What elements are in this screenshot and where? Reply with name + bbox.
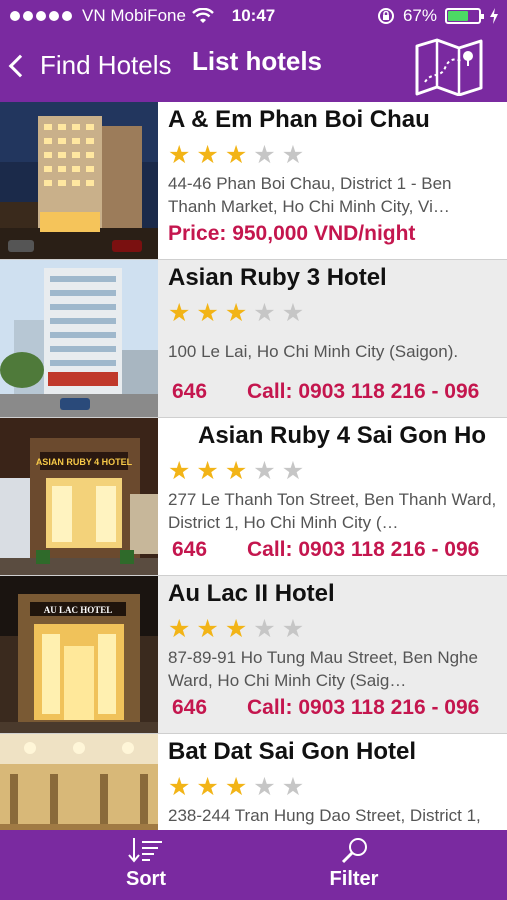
star-rating: ★ ★ ★ ★ ★ xyxy=(168,142,304,168)
star-icon: ★ xyxy=(253,457,276,485)
hotel-phone-overflow: 646 xyxy=(172,696,208,719)
star-rating: ★ ★ ★ ★ ★ xyxy=(168,774,304,800)
filter-label: Filter xyxy=(329,868,379,890)
star-icon: ★ xyxy=(168,299,191,327)
star-rating: ★ ★ ★ ★ ★ xyxy=(168,300,304,326)
battery-percent: 67% xyxy=(402,6,437,25)
hotel-phone-number: Call: 0903 118 216 - 096 xyxy=(247,538,480,561)
navigation-bar: Find Hotels List hotels xyxy=(0,34,507,102)
hotel-address: 238-244 Tran Hung Dao Street, District 1… xyxy=(168,806,481,830)
sort-label: Sort xyxy=(126,868,166,890)
back-button[interactable]: Find Hotels xyxy=(8,50,172,81)
star-icon: ★ xyxy=(281,773,305,801)
page-title: List hotels xyxy=(192,46,323,76)
sort-icon xyxy=(128,838,162,863)
rotation-lock-icon xyxy=(377,8,394,24)
star-icon: ★ xyxy=(224,615,248,643)
hotel-row[interactable]: Asian Ruby 3 Hotel ★ ★ ★ ★ ★ 100 Le Lai,… xyxy=(0,260,507,418)
star-icon: ★ xyxy=(168,773,191,801)
star-icon: ★ xyxy=(253,141,276,169)
hotel-name: Asian Ruby 3 Hotel xyxy=(168,264,387,291)
hotel-row[interactable]: A & Em Phan Boi Chau ★ ★ ★ ★ ★ 44-46 Pha… xyxy=(0,102,507,260)
hotel-phone[interactable]: 646 Call: 0903 118 216 - 096 xyxy=(172,538,479,562)
hotel-phone-overflow: 646 xyxy=(172,380,208,403)
sort-button[interactable]: Sort xyxy=(86,836,206,891)
hotel-phone-overflow: 646 xyxy=(172,538,208,561)
hotel-sign-text: ASIAN RUBY 4 HOTEL xyxy=(36,457,133,467)
hotel-row[interactable]: AU LAC HOTEL Au Lac II Hotel ★ ★ ★ ★ ★ 8… xyxy=(0,576,507,734)
hotel-phone-number: Call: 0903 118 216 - 096 xyxy=(247,696,480,719)
star-icon: ★ xyxy=(281,299,305,327)
hotel-phone[interactable]: 646 Call: 0903 118 216 - 096 xyxy=(172,696,479,720)
hotel-photo: ASIAN RUBY 4 HOTEL xyxy=(0,418,158,575)
hotel-name: Bat Dat Sai Gon Hotel xyxy=(168,738,417,765)
status-bar: VN MobiFone 10:47 67% xyxy=(0,0,507,34)
hotel-row[interactable]: ASIAN RUBY 4 HOTEL Asian Ruby 4 Sai Gon … xyxy=(0,418,507,576)
search-icon xyxy=(341,838,367,864)
star-icon: ★ xyxy=(281,141,305,169)
hotel-photo xyxy=(0,734,158,830)
hotel-list[interactable]: A & Em Phan Boi Chau ★ ★ ★ ★ ★ 44-46 Pha… xyxy=(0,102,507,830)
star-icon: ★ xyxy=(224,299,248,327)
filter-button[interactable]: Filter xyxy=(294,836,414,891)
star-icon: ★ xyxy=(168,615,191,643)
charging-icon xyxy=(490,8,498,24)
star-rating: ★ ★ ★ ★ ★ xyxy=(168,458,304,484)
hotel-phone-number: Call: 0903 118 216 - 096 xyxy=(247,380,480,403)
hotel-name: A & Em Phan Boi Chau xyxy=(168,106,430,133)
map-icon xyxy=(415,38,483,97)
star-icon: ★ xyxy=(224,457,248,485)
star-rating: ★ ★ ★ ★ ★ xyxy=(168,616,304,642)
back-button-label: Find Hotels xyxy=(40,50,172,80)
hotel-photo xyxy=(0,102,158,259)
star-icon: ★ xyxy=(196,457,219,485)
star-icon: ★ xyxy=(253,299,276,327)
star-icon: ★ xyxy=(224,141,248,169)
battery-icon xyxy=(445,8,484,24)
hotel-photo: AU LAC HOTEL xyxy=(0,576,158,733)
star-icon: ★ xyxy=(281,615,305,643)
hotel-name: Au Lac II Hotel xyxy=(168,580,335,607)
hotel-photo xyxy=(0,260,158,417)
map-button[interactable] xyxy=(413,38,485,97)
hotel-sign-text: AU LAC HOTEL xyxy=(44,605,113,615)
star-icon: ★ xyxy=(224,773,248,801)
hotel-address: 87-89-91 Ho Tung Mau Street, Ben Nghe Wa… xyxy=(168,648,478,690)
hotel-address: 277 Le Thanh Ton Street, Ben Thanh Ward,… xyxy=(168,490,497,532)
star-icon: ★ xyxy=(253,615,276,643)
hotel-address: 100 Le Lai, Ho Chi Minh City (Saigon). xyxy=(168,342,459,361)
star-icon: ★ xyxy=(196,615,219,643)
hotel-address: 44-46 Phan Boi Chau, District 1 - Ben Th… xyxy=(168,174,452,216)
hotel-name: Asian Ruby 4 Sai Gon Ho xyxy=(198,422,487,449)
top-bar: VN MobiFone 10:47 67% Find Hotels List h… xyxy=(0,0,507,102)
star-icon: ★ xyxy=(168,141,191,169)
star-icon: ★ xyxy=(253,773,276,801)
hotel-phone[interactable]: 646 Call: 0903 118 216 - 096 xyxy=(172,380,479,404)
star-icon: ★ xyxy=(196,299,219,327)
hotel-price: Price: 950,000 VND/night xyxy=(168,222,416,245)
chevron-left-icon xyxy=(8,54,32,77)
star-icon: ★ xyxy=(281,457,305,485)
star-icon: ★ xyxy=(168,457,191,485)
hotel-row[interactable]: Bat Dat Sai Gon Hotel ★ ★ ★ ★ ★ 238-244 … xyxy=(0,734,507,830)
bottom-toolbar: Sort Filter xyxy=(0,830,507,900)
star-icon: ★ xyxy=(196,141,219,169)
star-icon: ★ xyxy=(196,773,219,801)
